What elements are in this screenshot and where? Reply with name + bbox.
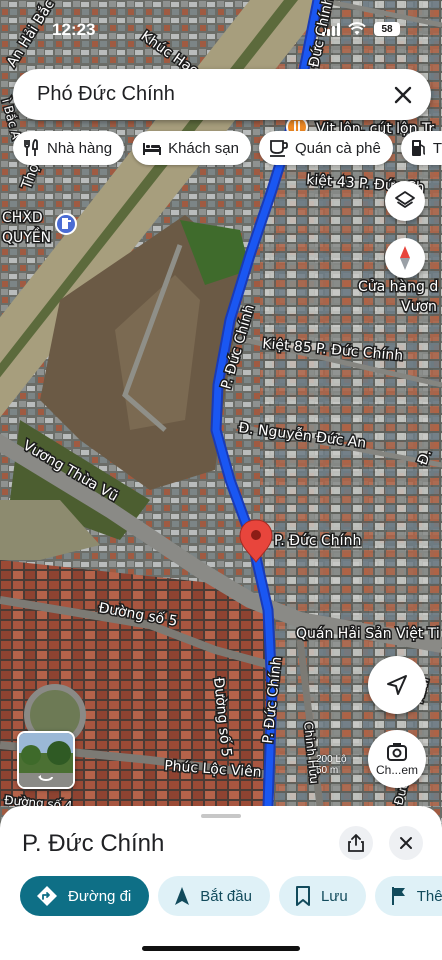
cellular-signal-icon — [322, 22, 340, 36]
chip-label: Khách sạn — [168, 139, 239, 157]
status-bar: 12:23 58 — [0, 0, 442, 60]
chip-label: Quán cà phê — [294, 139, 381, 157]
navigation-arrow-icon — [175, 887, 190, 905]
add-label-button[interactable]: Thê — [374, 876, 442, 916]
search-bar[interactable]: Phó Đức Chính — [13, 69, 431, 120]
bookmark-icon — [295, 886, 310, 906]
poi-label-chxd[interactable]: CHXD — [1, 209, 45, 228]
poi-label-quyen[interactable]: QUYỀN — [1, 226, 53, 248]
chip-coffee[interactable]: Quán cà phê — [258, 131, 393, 165]
save-button[interactable]: Lưu — [278, 876, 366, 916]
status-time: 12:23 — [52, 20, 96, 39]
navigation-arrow-icon — [387, 675, 407, 695]
camera-lens-icon — [387, 742, 407, 761]
close-sheet-button[interactable] — [389, 826, 423, 860]
place-title: P. Đức Chính — [22, 830, 165, 857]
lens-button[interactable]: Ch...em — [368, 730, 426, 788]
share-icon — [348, 834, 364, 852]
add-label-label: Thê — [416, 887, 442, 905]
wifi-icon — [348, 22, 366, 35]
start-button[interactable]: Bắt đầu — [158, 876, 270, 916]
street-view-thumbnail[interactable] — [17, 731, 75, 789]
scale-line2: 50 m — [316, 765, 339, 776]
close-icon — [394, 86, 412, 103]
directions-button[interactable]: Đường đi — [20, 876, 150, 916]
chip-hotels[interactable]: Khách sạn — [132, 131, 251, 165]
category-chips: Nhà hàng Khách sạn Quán cà phê Tr — [13, 131, 442, 165]
scale-line1: 200 Lộ — [316, 754, 347, 765]
poi-label-vuon[interactable]: Vươn — [400, 298, 439, 317]
bed-icon — [143, 143, 162, 155]
compass-icon — [400, 246, 410, 270]
drag-handle[interactable] — [201, 814, 241, 818]
search-query[interactable]: Phó Đức Chính — [37, 83, 381, 106]
coffee-cup-icon — [269, 140, 288, 157]
my-location-button[interactable] — [368, 656, 426, 714]
poi-label-quan-hai-san[interactable]: Quán Hải Sản Việt Ti — [295, 625, 442, 644]
chip-label: Nhà hàng — [47, 139, 113, 157]
start-label: Bắt đầu — [200, 887, 252, 905]
compass-button[interactable] — [385, 238, 425, 278]
home-indicator[interactable] — [142, 946, 300, 951]
action-buttons: Đường đi Bắt đầu Lưu Thê — [20, 876, 442, 916]
chip-label: Tr — [432, 139, 442, 157]
lens-label: Ch...em — [375, 762, 418, 777]
pin-label[interactable]: P. Đức Chính — [273, 532, 363, 551]
save-label: Lưu — [320, 887, 348, 905]
flag-icon — [391, 887, 405, 905]
share-button[interactable] — [339, 826, 373, 860]
chip-gas[interactable]: Tr — [400, 131, 442, 165]
layers-button[interactable] — [385, 181, 425, 221]
place-bottom-sheet[interactable]: P. Đức Chính Đường đi Bắt đầu Lưu Thê — [0, 806, 442, 960]
layers-icon — [395, 191, 415, 208]
clear-search-button[interactable] — [381, 73, 425, 117]
fork-knife-icon — [24, 139, 38, 156]
street-view-image — [19, 733, 73, 787]
battery-indicator: 58 — [374, 22, 400, 36]
gas-station-icon[interactable] — [55, 213, 77, 235]
gas-pump-icon — [411, 140, 425, 156]
directions-label: Đường đi — [68, 887, 132, 905]
directions-icon — [37, 886, 57, 906]
close-icon — [400, 837, 412, 849]
status-icons: 58 — [322, 22, 400, 36]
poi-label-cua-hang[interactable]: Cửa hàng d — [357, 278, 440, 297]
scale-bar: 200 Lộ 50 m — [316, 754, 347, 776]
chip-restaurants[interactable]: Nhà hàng — [13, 131, 125, 165]
